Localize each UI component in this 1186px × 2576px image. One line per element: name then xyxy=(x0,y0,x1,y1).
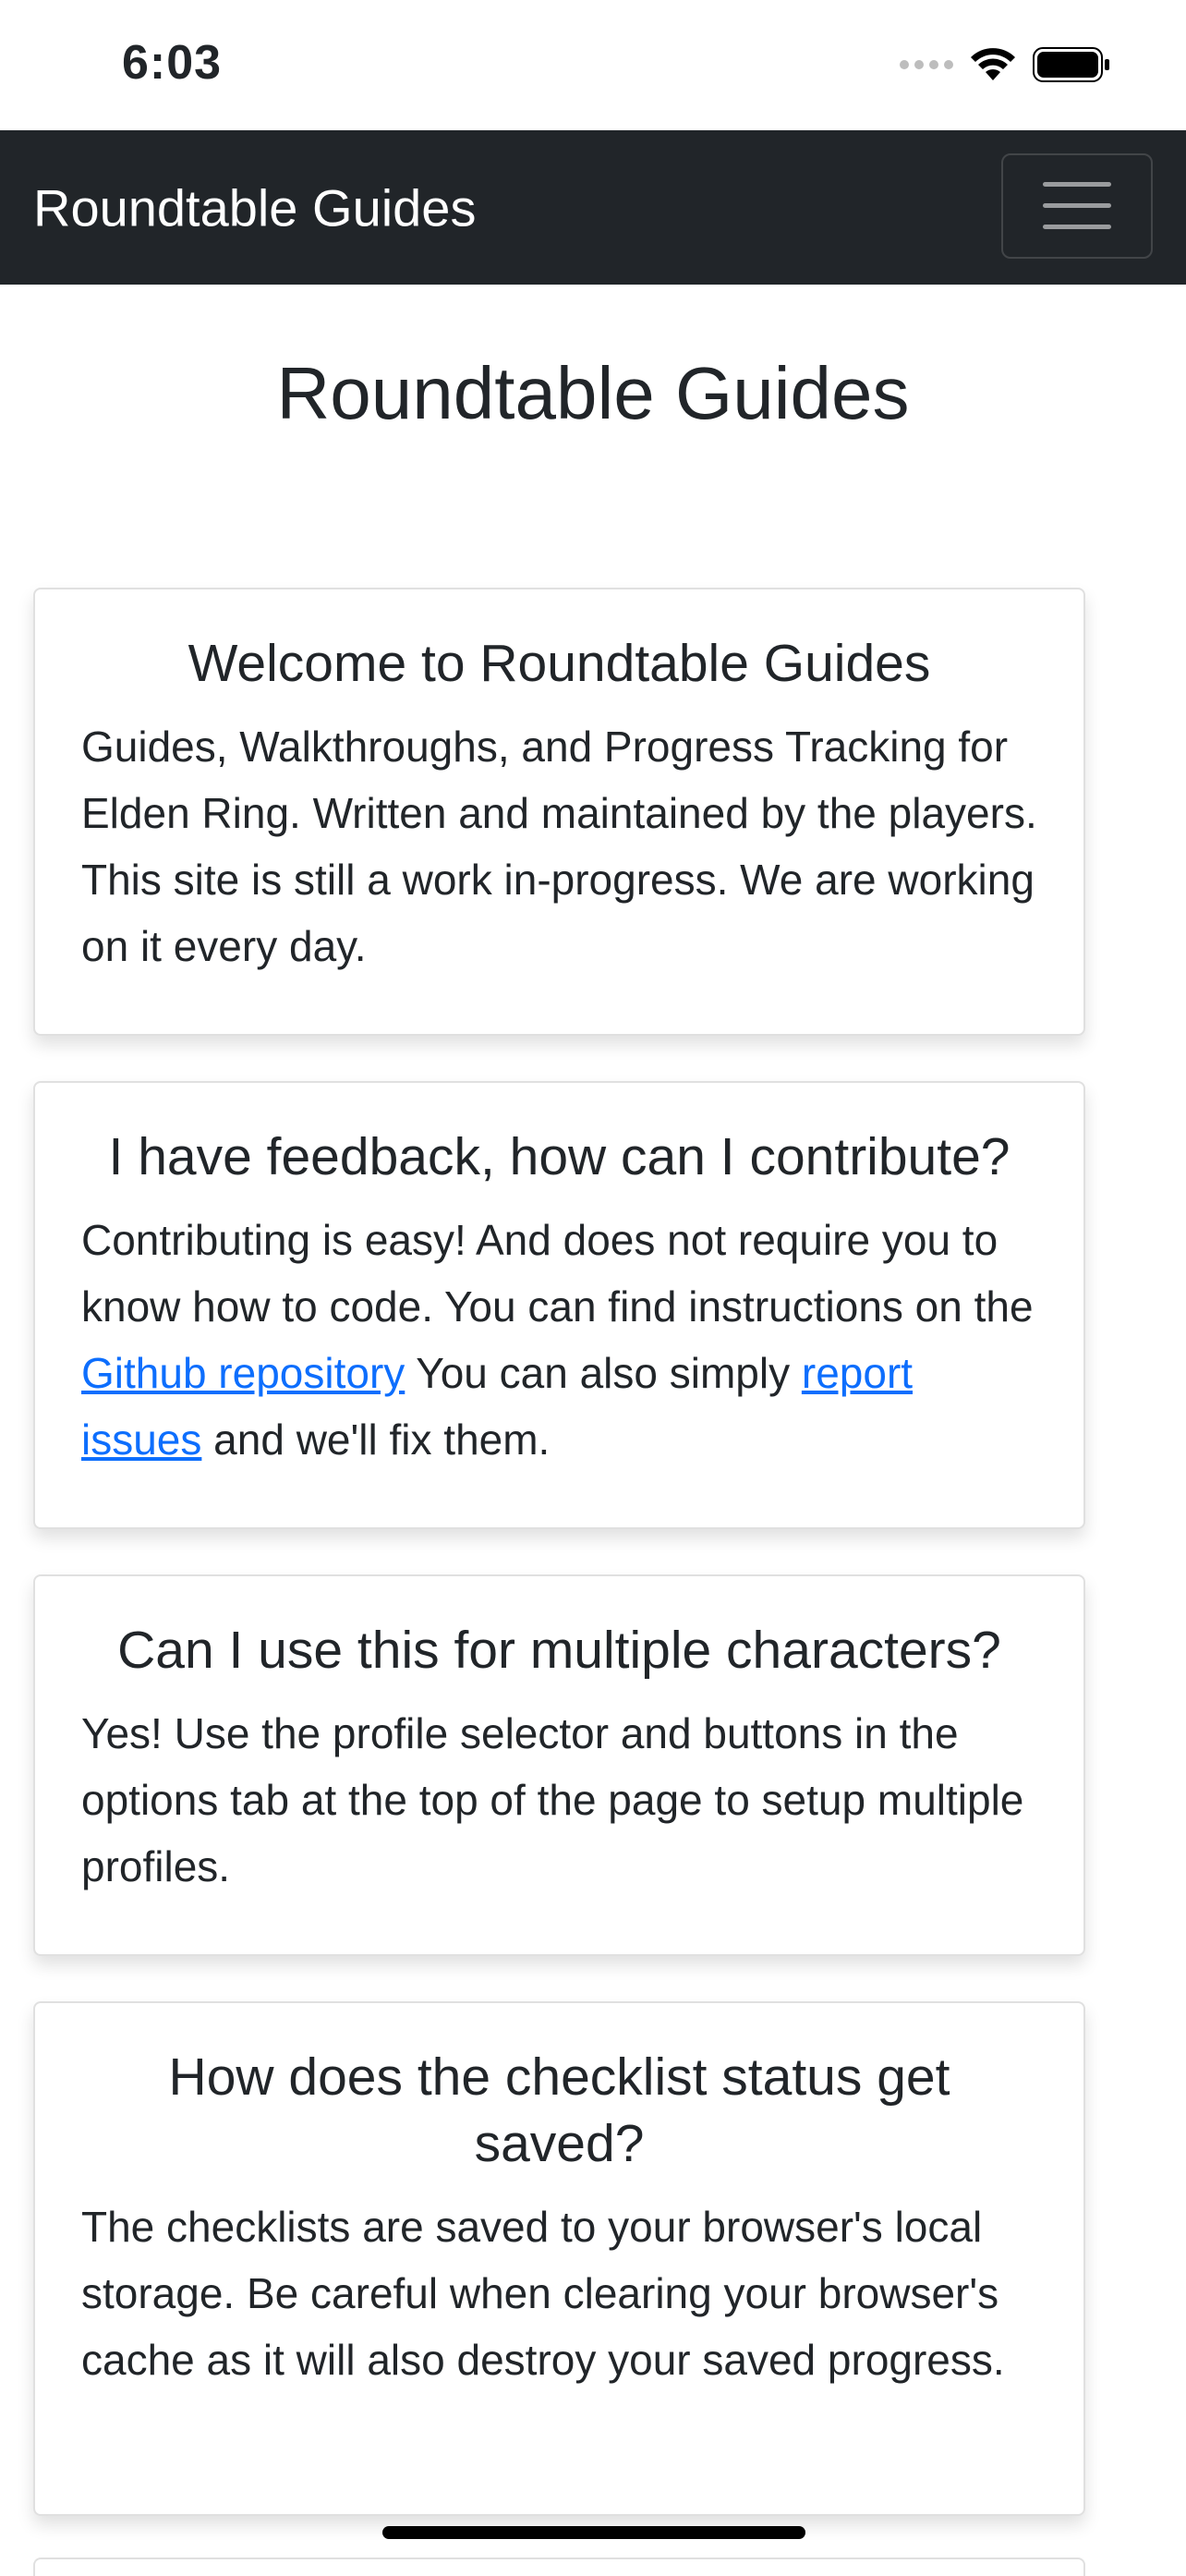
battery-icon xyxy=(1033,47,1109,82)
wifi-icon xyxy=(971,48,1015,80)
card-body: Yes! Use the profile selector and button… xyxy=(81,1709,1024,1890)
home-indicator[interactable] xyxy=(382,2526,805,2539)
card-body-text: Contributing is easy! And does not requi… xyxy=(81,1216,1034,1331)
status-icons xyxy=(900,46,1110,83)
card-title: I have feedback, how can I contribute? xyxy=(108,1127,1011,1186)
multiple-characters-card: Can I use this for multiple characters? … xyxy=(33,1574,1085,1956)
card-title: Can I use this for multiple characters? xyxy=(117,1621,1001,1680)
feedback-card: I have feedback, how can I contribute? C… xyxy=(33,1081,1085,1529)
card-body-text: and we'll fix them. xyxy=(201,1416,551,1464)
navbar-toggler-button[interactable] xyxy=(1001,153,1153,259)
hamburger-menu-icon xyxy=(1043,182,1111,229)
status-time: 6:03 xyxy=(122,36,223,90)
card-body: The checklists are saved to your browser… xyxy=(81,2203,1005,2384)
card-body-text: You can also simply xyxy=(405,1349,802,1397)
github-repository-link[interactable]: Github repository xyxy=(81,1349,405,1397)
card-body: Contributing is easy! And does not requi… xyxy=(81,1207,1037,1473)
card-title: Welcome to Roundtable Guides xyxy=(188,634,931,693)
top-navbar: Roundtable Guides xyxy=(0,130,1186,285)
card-body: Guides, Walkthroughs, and Progress Track… xyxy=(81,723,1037,970)
welcome-card: Welcome to Roundtable Guides Guides, Wal… xyxy=(33,588,1085,1036)
page-title: Roundtable Guides xyxy=(276,352,910,434)
status-bar: 6:03 xyxy=(0,0,1186,130)
next-card-edge xyxy=(33,2558,1085,2576)
checklist-status-card: How does the checklist status get saved?… xyxy=(33,2001,1085,2516)
navbar-brand-link[interactable]: Roundtable Guides xyxy=(33,177,476,237)
cellular-signal-icon xyxy=(900,60,953,69)
card-title: How does the checklist status get saved? xyxy=(168,2047,950,2173)
